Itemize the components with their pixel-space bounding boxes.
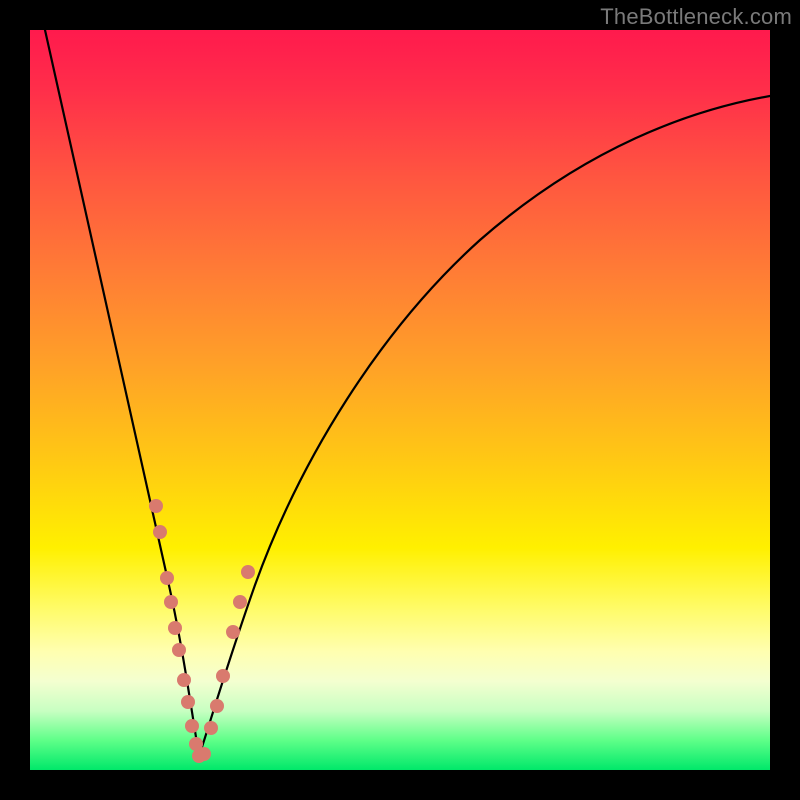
curve-markers bbox=[149, 499, 255, 763]
plot-area bbox=[30, 30, 770, 770]
outer-frame: TheBottleneck.com bbox=[0, 0, 800, 800]
bottleneck-curve bbox=[30, 30, 770, 770]
watermark-text: TheBottleneck.com bbox=[600, 4, 792, 30]
curve-right-branch bbox=[199, 96, 770, 756]
